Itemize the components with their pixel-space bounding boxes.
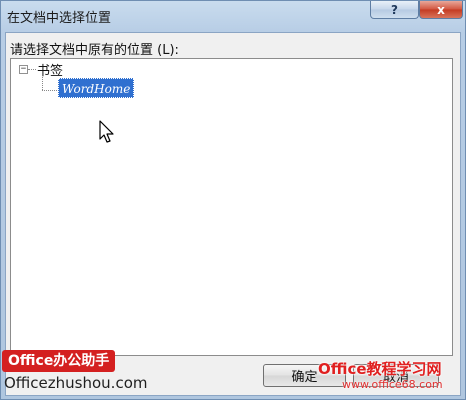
title-bar[interactable]: 在文档中选择位置 ? x [1,1,466,31]
watermark-url: Officezhushou.com [4,374,148,392]
dialog-client-area: 请选择文档中原有的位置 (L): − 书签 WordHome 确定 取消 [5,32,461,396]
tree-node-wordhome[interactable]: WordHome [58,78,135,98]
question-icon: ? [391,2,398,17]
dialog-window: 在文档中选择位置 ? x 请选择文档中原有的位置 (L): − 书签 WordH… [0,0,466,400]
close-button[interactable]: x [419,1,463,19]
help-button[interactable]: ? [370,1,419,19]
tree-node-bookmarks[interactable]: 书签 [37,60,63,79]
window-title: 在文档中选择位置 [7,11,112,26]
tree-collapse-icon[interactable]: − [19,65,28,74]
bookmark-tree[interactable]: − 书签 WordHome [10,58,453,356]
prompt-label: 请选择文档中原有的位置 (L): [10,43,179,58]
tree-connector [28,69,36,70]
mouse-pointer-icon [99,120,114,143]
watermark-site-title: Office教程学习网 [318,360,442,378]
ok-button-label: 确定 [291,370,318,385]
watermark-badge: Office办公助手 [2,350,116,372]
tree-connector [42,77,43,90]
watermark-site-url: www.office68.com [342,378,443,391]
tree-connector [42,90,57,91]
close-icon: x [437,2,445,17]
